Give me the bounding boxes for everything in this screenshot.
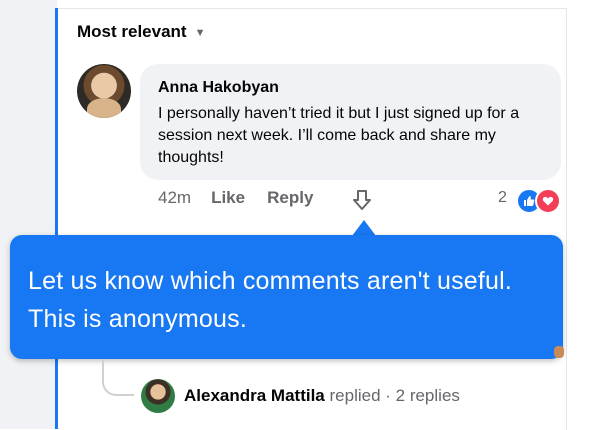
reaction-count[interactable]: 2: [498, 189, 507, 207]
reply-button[interactable]: Reply: [267, 188, 313, 208]
comment-text: I personally haven’t tried it but I just…: [158, 105, 520, 166]
chevron-down-icon: ▼: [194, 27, 206, 39]
heart-icon: [542, 196, 554, 206]
avatar[interactable]: [77, 64, 131, 118]
comment-timestamp[interactable]: 42m: [158, 188, 191, 208]
comment-author[interactable]: Anna Hakobyan: [158, 79, 279, 97]
left-gutter: [0, 0, 57, 429]
tooltip-text: Let us know which comments aren't useful…: [28, 267, 513, 333]
love-reaction-icon[interactable]: [535, 188, 561, 214]
replies-summary: replied · 2 replies: [329, 386, 460, 405]
sort-label: Most relevant: [77, 22, 187, 41]
thumb-down-arrow-icon[interactable]: [350, 188, 374, 212]
sort-dropdown[interactable]: Most relevant ▼: [77, 22, 205, 42]
tooltip-arrow: [352, 220, 376, 236]
reply-thread-line: [102, 359, 134, 396]
hidden-reaction: [554, 346, 564, 358]
like-button[interactable]: Like: [211, 188, 245, 208]
comments-panel: Most relevant ▼ Anna Hakobyan I personal…: [0, 0, 600, 430]
avatar[interactable]: [141, 379, 175, 413]
view-replies-link[interactable]: Alexandra Mattila replied · 2 replies: [184, 386, 460, 406]
reply-author: Alexandra Mattila: [184, 386, 325, 405]
comment-actions: 42m Like Reply: [158, 188, 335, 208]
thumbs-up-icon: [524, 196, 535, 206]
